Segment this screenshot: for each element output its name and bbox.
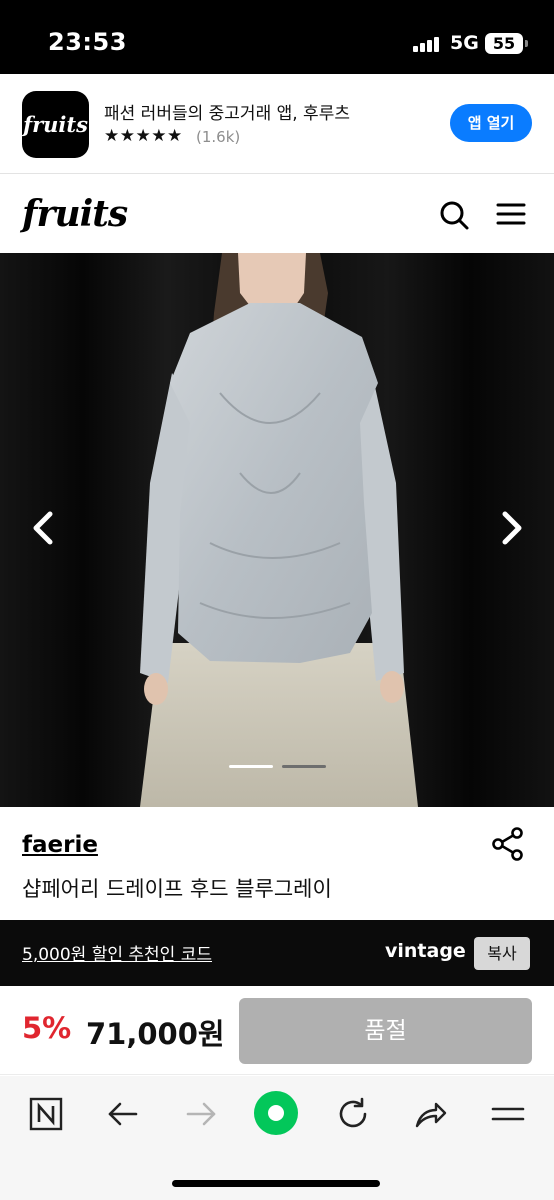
banner-title: 패션 러버들의 중고거래 앱, 후루츠 [104, 104, 350, 124]
promo-text-link[interactable]: 5,000원 할인 추천인 코드 [22, 940, 212, 965]
forward-arrow-icon[interactable] [183, 1096, 219, 1132]
product-title: 샵페어리 드레이프 후드 블루그레이 [22, 877, 332, 901]
status-time: 23:53 [48, 28, 127, 56]
chevron-right-icon[interactable] [497, 508, 527, 548]
discount-rate: 5% [22, 1011, 72, 1045]
app-icon[interactable]: fruits [22, 91, 89, 158]
status-bar: 23:53 5G 55 [0, 0, 554, 74]
naver-n-icon[interactable] [28, 1096, 64, 1132]
brand-name[interactable]: faerie [22, 832, 98, 858]
refresh-icon[interactable] [335, 1096, 371, 1132]
chevron-left-icon[interactable] [28, 508, 58, 548]
product-photo [0, 253, 554, 807]
menu-icon[interactable] [490, 1096, 526, 1132]
rating-stars: ★★★★★ [104, 126, 183, 146]
share-icon[interactable] [490, 826, 526, 862]
site-logo[interactable]: fruits [22, 193, 128, 235]
sold-out-button[interactable]: 품절 [239, 998, 532, 1064]
site-header: fruits [0, 175, 554, 253]
signal-icon [413, 34, 443, 52]
open-app-button[interactable]: 앱 열기 [450, 104, 532, 142]
share-arrow-icon[interactable] [412, 1096, 448, 1132]
network-type: 5G [450, 32, 479, 54]
hamburger-menu-icon[interactable] [496, 202, 526, 226]
green-dot-icon[interactable] [253, 1090, 299, 1136]
price-row: 5% 71,000원 품절 [0, 987, 554, 1075]
promo-code: vintage [385, 940, 466, 962]
referral-promo-bar: 5,000원 할인 추천인 코드 vintage 복사 [0, 920, 554, 986]
carousel-dot[interactable] [282, 765, 326, 768]
battery-indicator: 55 [485, 33, 528, 54]
product-image[interactable] [0, 253, 554, 807]
price-amount: 71,000원 [86, 1017, 225, 1051]
copy-button[interactable]: 복사 [474, 937, 530, 970]
carousel-dot-active[interactable] [229, 765, 273, 768]
home-indicator [172, 1180, 380, 1187]
back-arrow-icon[interactable] [105, 1096, 141, 1132]
rating-count: (1.6k) [196, 128, 241, 146]
search-icon[interactable] [438, 199, 470, 231]
